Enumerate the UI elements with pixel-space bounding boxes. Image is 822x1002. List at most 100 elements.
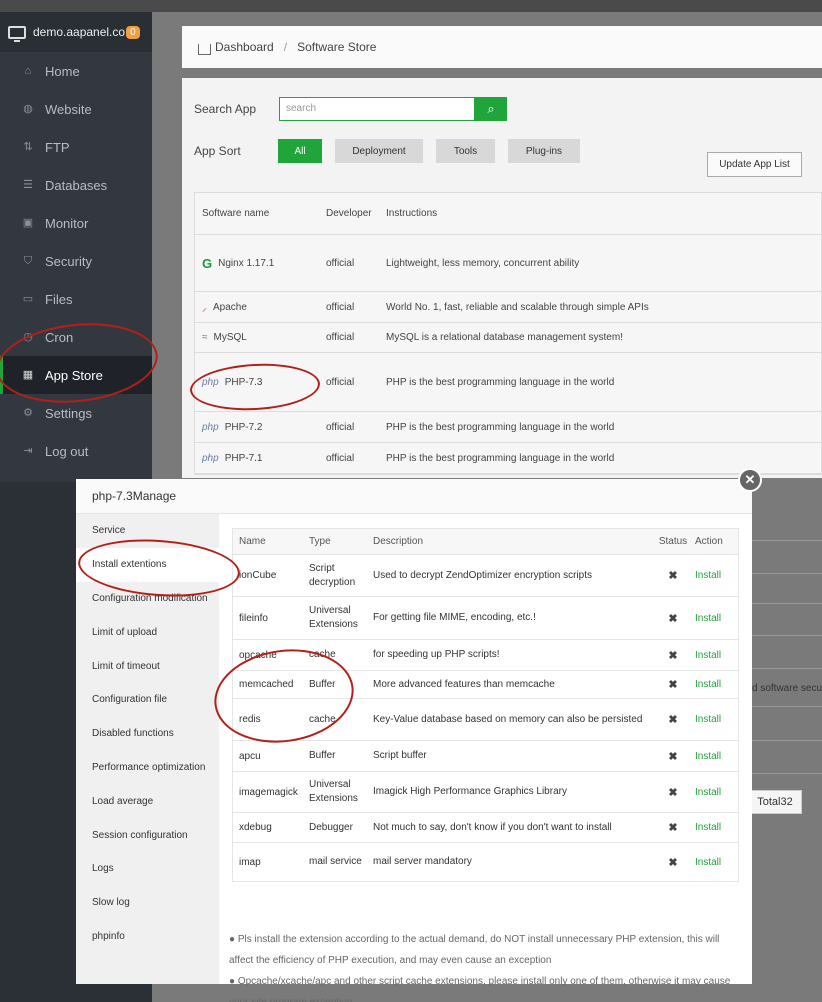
column-header: Type <box>309 535 331 547</box>
table-row: ionCube Script decryption Used to decryp… <box>233 555 738 597</box>
dialog-menu: Service Install extentions Configuration… <box>76 514 219 984</box>
search-button[interactable]: ⌕ <box>475 97 507 121</box>
table-row: G Nginx 1.17.1 official Lightweight, less… <box>195 235 821 292</box>
sidebar-item-settings[interactable]: ⚙ Settings <box>0 394 152 432</box>
sidebar-item-files[interactable]: ▭ Files <box>0 280 152 318</box>
sidebar-nav: ⌂ Home ◍ Website ⇅ FTP ☰ Databases ▣ Monitor … <box>0 52 152 470</box>
sidebar-item-logout[interactable]: ⇥ Log out <box>0 432 152 470</box>
mysql-icon: ≈ <box>202 332 208 343</box>
instructions: World No. 1, fast, reliable and scalable… <box>386 301 649 313</box>
menu-item-performance-optimization[interactable]: Performance optimization <box>76 751 219 785</box>
sidebar-item-label: Cron <box>45 329 74 345</box>
database-icon: ☰ <box>23 179 33 191</box>
extension-description: mail server mandatory <box>373 856 472 867</box>
menu-item-service[interactable]: Service <box>76 514 219 548</box>
close-icon[interactable]: ✕ <box>738 468 762 492</box>
column-header: Action <box>695 536 723 547</box>
install-link[interactable]: Install <box>695 822 738 833</box>
table-row: opcache cache for speeding up PHP script… <box>233 640 738 671</box>
sort-tools-button[interactable]: Tools <box>436 139 495 163</box>
column-header: Status <box>658 536 688 547</box>
sidebar-item-security[interactable]: ⛉ Security <box>0 242 152 280</box>
sidebar-item-cron[interactable]: ◷ Cron <box>0 318 152 356</box>
notification-badge[interactable]: 0 <box>126 25 140 39</box>
install-link[interactable]: Install <box>695 679 738 690</box>
menu-item-phpinfo[interactable]: phpinfo <box>76 920 219 954</box>
table-row[interactable]: php PHP-7.2 official PHP is the best prog… <box>195 412 821 443</box>
table-row: memcached Buffer More advanced features … <box>233 671 738 699</box>
extension-type: cache <box>309 649 336 660</box>
extension-notes: ● Pls install the extension according to… <box>229 929 744 1002</box>
install-link[interactable]: Install <box>695 613 738 624</box>
sort-deployment-button[interactable]: Deployment <box>335 139 423 163</box>
menu-item-limit-of-timeout[interactable]: Limit of timeout <box>76 649 219 683</box>
app-sort-label: App Sort <box>194 144 241 158</box>
sidebar-item-app-store[interactable]: ▦ App Store <box>0 356 152 394</box>
instructions: PHP is the best programming language in … <box>386 376 615 388</box>
home-icon <box>198 43 211 55</box>
extension-name: opcache <box>239 649 277 661</box>
menu-item-configuration-file[interactable]: Configuration file <box>76 683 219 717</box>
php-icon: php <box>202 452 219 464</box>
menu-item-configuration-modification[interactable]: Configuration modification <box>76 582 219 616</box>
install-link[interactable]: Install <box>695 650 738 661</box>
software-name: Nginx 1.17.1 <box>218 257 275 269</box>
not-installed-icon: ✖ <box>668 570 678 582</box>
sidebar-item-ftp[interactable]: ⇅ FTP <box>0 128 152 166</box>
menu-item-limit-of-upload[interactable]: Limit of upload <box>76 615 219 649</box>
menu-item-load-average[interactable]: Load average <box>76 784 219 818</box>
software-name: Apache <box>213 301 247 313</box>
not-installed-icon: ✖ <box>668 612 678 625</box>
sidebar-item-monitor[interactable]: ▣ Monitor <box>0 204 152 242</box>
developer: official <box>326 257 355 269</box>
search-label: Search App <box>194 102 257 116</box>
extension-name: ionCube <box>239 570 277 581</box>
install-link[interactable]: Install <box>695 751 738 762</box>
sort-all-button[interactable]: All <box>278 139 322 163</box>
note-item: ● Pls install the extension according to… <box>229 934 720 966</box>
menu-item-session-configuration[interactable]: Session configuration <box>76 818 219 852</box>
install-link[interactable]: Install <box>695 857 738 868</box>
table-row[interactable]: php PHP-7.3 official PHP is the best prog… <box>195 353 821 412</box>
table-row: imagemagick Universal Extensions Imagick… <box>233 772 738 813</box>
software-name: PHP-7.3 <box>224 376 263 388</box>
install-link[interactable]: Install <box>695 787 738 798</box>
search-input[interactable]: search <box>279 97 475 121</box>
brand[interactable]: demo.aapanel.co 0 <box>0 12 152 52</box>
background-row-text: d software secu <box>752 683 822 694</box>
extension-description: Script buffer <box>373 750 427 761</box>
breadcrumb-separator: / <box>283 40 288 54</box>
instructions: Lightweight, less memory, concurrent abi… <box>386 257 580 269</box>
breadcrumb-dashboard[interactable]: Dashboard <box>215 40 274 54</box>
column-header: Instructions <box>386 208 438 219</box>
sidebar-item-home[interactable]: ⌂ Home <box>0 52 152 90</box>
column-header: Software name <box>202 208 270 219</box>
sidebar-item-website[interactable]: ◍ Website <box>0 90 152 128</box>
extension-type: Debugger <box>309 821 353 833</box>
menu-item-disabled-functions[interactable]: Disabled functions <box>76 717 219 751</box>
sidebar-item-databases[interactable]: ☰ Databases <box>0 166 152 204</box>
not-installed-icon: ✖ <box>668 856 678 869</box>
update-app-list-button[interactable]: Update App List <box>707 152 802 177</box>
menu-item-install-extensions[interactable]: Install extentions <box>76 547 219 582</box>
install-link[interactable]: Install <box>695 570 738 581</box>
folder-icon: ▭ <box>22 293 34 305</box>
table-row: imap mail service mail server mandatory … <box>233 843 738 881</box>
menu-item-slow-log[interactable]: Slow log <box>76 886 219 920</box>
column-header: Name <box>239 536 266 547</box>
sort-plugins-button[interactable]: Plug-ins <box>508 139 580 163</box>
table-row: apcu Buffer Script buffer ✖ Install <box>233 741 738 772</box>
sidebar-item-label: Monitor <box>45 215 89 231</box>
table-row[interactable]: php PHP-7.1 official PHP is the best prog… <box>195 443 821 474</box>
instructions: PHP is the best programming language in … <box>386 452 615 464</box>
note-text: Opcache/xcache/apc and other script cach… <box>229 976 731 1002</box>
globe-icon: ◍ <box>23 103 33 115</box>
instructions: MySQL is a relational database managemen… <box>386 332 623 343</box>
extension-name: fileinfo <box>239 612 268 624</box>
apache-icon: ⸝ <box>202 303 207 314</box>
menu-item-logs[interactable]: Logs <box>76 852 219 886</box>
software-name: PHP-7.1 <box>224 452 263 464</box>
sidebar-item-label: Settings <box>45 405 92 421</box>
sidebar-item-label: Security <box>45 253 92 269</box>
install-link[interactable]: Install <box>695 714 738 725</box>
